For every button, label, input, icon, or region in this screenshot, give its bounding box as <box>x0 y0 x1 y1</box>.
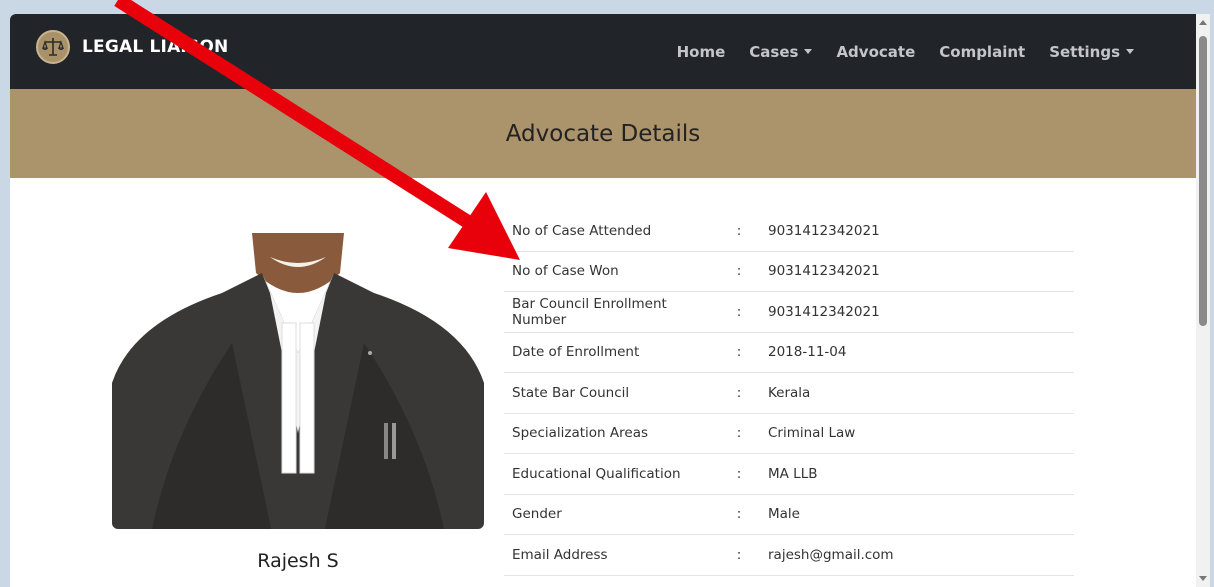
scrollbar-thumb[interactable] <box>1199 36 1207 326</box>
nav-home-label: Home <box>676 42 726 61</box>
detail-value: 2018-11-04 <box>768 344 847 361</box>
detail-row: Educational Qualification: MA LLB <box>504 454 1074 495</box>
detail-value: Criminal Law <box>768 425 856 442</box>
scales-of-justice-icon <box>36 30 70 64</box>
detail-label: Email Address <box>512 546 608 563</box>
detail-separator: : <box>736 303 742 320</box>
detail-separator: : <box>736 263 742 280</box>
detail-label: Educational Qualification <box>512 465 681 482</box>
scroll-down-icon[interactable] <box>1199 576 1207 581</box>
advocate-name: Rajesh S <box>257 550 339 572</box>
advocate-photo <box>112 233 484 529</box>
detail-row: Specialization Areas: Criminal Law <box>504 414 1074 454</box>
brand[interactable]: LEGAL LIAISON <box>36 30 228 64</box>
detail-separator: : <box>736 465 742 482</box>
nav-links: Home Cases Advocate Complaint Settings <box>653 14 1134 89</box>
brand-name: LEGAL LIAISON <box>82 37 229 57</box>
detail-separator: : <box>736 506 742 523</box>
detail-row: Gender: Male <box>504 495 1074 535</box>
nav-cases[interactable]: Cases <box>749 42 813 61</box>
detail-row: No of Case Attended: 9031412342021 <box>504 211 1074 252</box>
detail-row: Email Address: rajesh@gmail.com <box>504 535 1074 576</box>
vertical-scrollbar[interactable] <box>1196 14 1210 587</box>
page-title: Advocate Details <box>505 120 701 147</box>
scroll-up-icon[interactable] <box>1199 20 1207 25</box>
page-banner: Advocate Details <box>10 89 1196 178</box>
detail-label: Specialization Areas <box>512 425 649 442</box>
detail-row: Bar Council Enrollment Number: 9031412342… <box>504 292 1074 333</box>
caret-down-icon <box>1126 49 1134 54</box>
detail-row: Date of Enrollment: 2018-11-04 <box>504 333 1074 373</box>
detail-separator: : <box>736 344 742 361</box>
detail-value: Male <box>768 506 800 523</box>
details-table: No of Case Attended: 9031412342021 No of … <box>504 211 1074 576</box>
nav-complaint-label: Complaint <box>939 42 1026 61</box>
detail-value: Kerala <box>768 384 811 401</box>
detail-row: State Bar Council: Kerala <box>504 373 1074 414</box>
detail-separator: : <box>736 546 742 563</box>
detail-label: No of Case Attended <box>512 222 652 239</box>
detail-label: Gender <box>512 506 562 523</box>
detail-value: MA LLB <box>768 465 818 482</box>
detail-label: State Bar Council <box>512 384 630 401</box>
detail-row: No of Case Won: 9031412342021 <box>504 252 1074 292</box>
detail-label: Date of Enrollment <box>512 344 640 361</box>
detail-value: 9031412342021 <box>768 222 880 239</box>
detail-label: Bar Council Enrollment Number <box>512 295 667 328</box>
nav-home[interactable]: Home <box>677 43 726 61</box>
nav-advocate-label: Advocate <box>836 42 916 61</box>
detail-value: 9031412342021 <box>768 303 880 320</box>
detail-value: 9031412342021 <box>768 263 880 280</box>
detail-separator: : <box>736 222 742 239</box>
detail-separator: : <box>736 425 742 442</box>
nav-advocate[interactable]: Advocate <box>836 43 915 61</box>
nav-complaint[interactable]: Complaint <box>939 43 1025 61</box>
detail-separator: : <box>736 384 742 401</box>
nav-cases-label: Cases <box>749 42 799 61</box>
nav-settings-label: Settings <box>1049 42 1120 61</box>
detail-value: rajesh@gmail.com <box>768 546 894 563</box>
nav-settings[interactable]: Settings <box>1049 43 1134 61</box>
caret-down-icon <box>804 49 813 54</box>
detail-label: No of Case Won <box>512 263 619 280</box>
navbar: LEGAL LIAISON Home Cases Advocate Compla… <box>10 14 1196 89</box>
